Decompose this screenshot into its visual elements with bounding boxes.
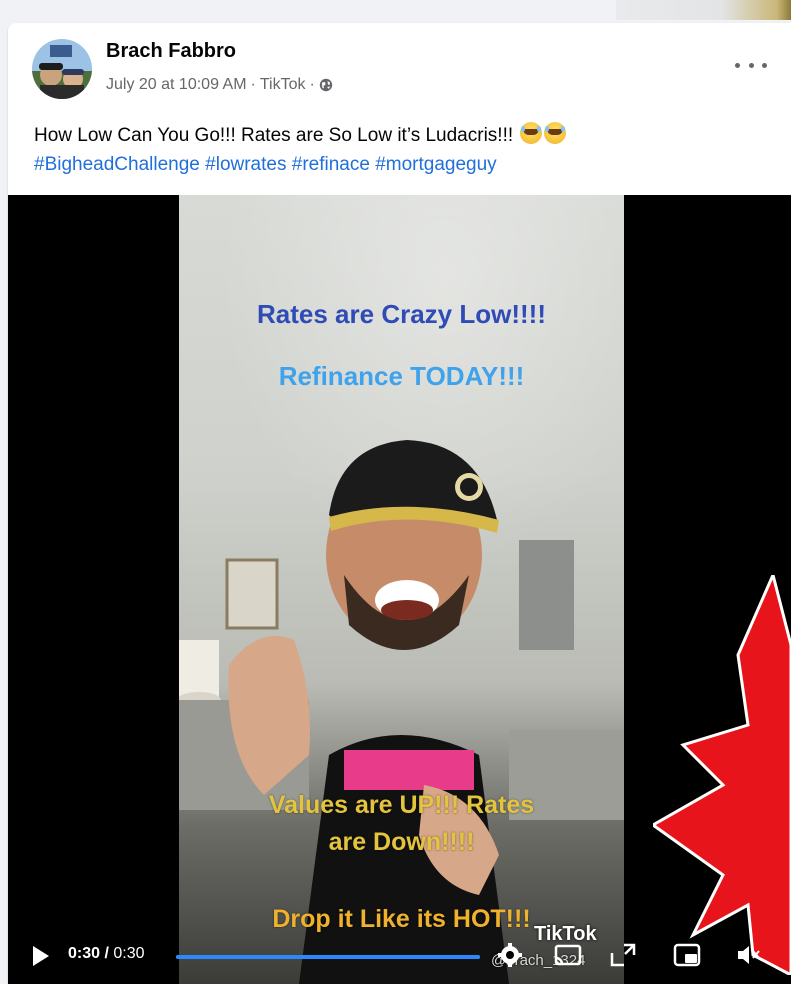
previous-post-edge (0, 0, 791, 20)
mute-icon[interactable] (734, 941, 764, 969)
overlay-text-values-line-2: are Down!!!! (328, 828, 475, 856)
overlay-text-refinance: Refinance TODAY!!! (278, 361, 525, 391)
caption-line-1: How Low Can You Go!!! Rates are So Low i… (34, 121, 774, 150)
post-source: TikTok (259, 76, 306, 93)
video-player[interactable]: Rates are Crazy Low!!!! Refinance TODAY!… (8, 195, 791, 984)
caption-text: How Low Can You Go!!! Rates are So Low i… (34, 125, 514, 146)
progress-bar-fill (176, 955, 480, 959)
previous-post-thumbnail (616, 0, 791, 20)
more-dot (735, 62, 740, 68)
globe-icon[interactable] (319, 78, 333, 92)
hashtag-link[interactable]: #refinace (292, 154, 370, 175)
play-icon[interactable] (33, 946, 49, 966)
post-caption: How Low Can You Go!!! Rates are So Low i… (34, 121, 774, 179)
post-header: Brach Fabbro July 20 at 10:09 AM · TikTo… (8, 23, 791, 109)
hashtag-link[interactable]: #mortgageguy (375, 154, 496, 175)
settings-icon[interactable] (495, 941, 525, 969)
overlay-text-values: Values are UP!!! Rates are Down!!!! (179, 787, 624, 861)
overlay-text-values-line-1: Values are UP!!! Rates (268, 791, 535, 819)
post-timestamp[interactable]: July 20 at 10:09 AM (106, 76, 247, 94)
video-frame[interactable]: Rates are Crazy Low!!!! Refinance TODAY!… (179, 195, 624, 984)
post-card: Brach Fabbro July 20 at 10:09 AM · TikTo… (8, 23, 791, 984)
more-dot (762, 62, 767, 68)
hashtag-link[interactable]: #lowrates (205, 154, 286, 175)
current-time: 0:30 (68, 945, 101, 962)
progress-bar[interactable] (176, 955, 480, 959)
duration: 0:30 (113, 945, 145, 962)
playback-time: 0:30 / 0:30 (68, 945, 145, 962)
meta-separator: · (250, 76, 256, 93)
post-meta: July 20 at 10:09 AM · TikTok · (106, 76, 333, 94)
more-dot (748, 62, 754, 68)
meta-separator: · (309, 76, 315, 93)
caption-hashtags: #BigheadChallenge #lowrates #refinace #m… (34, 150, 774, 179)
overlay-text-rates: Rates are Crazy Low!!!! (257, 299, 546, 329)
picture-in-picture-icon[interactable] (672, 941, 702, 969)
author-avatar[interactable] (32, 39, 92, 99)
more-options-icon[interactable] (735, 55, 767, 75)
fullscreen-icon[interactable] (608, 941, 638, 969)
author-name[interactable]: Brach Fabbro (106, 40, 236, 63)
red-starburst-graphic (653, 575, 791, 975)
cast-icon[interactable] (553, 941, 583, 969)
laugh-emoji (520, 122, 543, 144)
laugh-emoji (544, 122, 567, 144)
hashtag-link[interactable]: #BigheadChallenge (34, 154, 200, 175)
video-controls: 0:30 / 0:30 (8, 917, 791, 984)
